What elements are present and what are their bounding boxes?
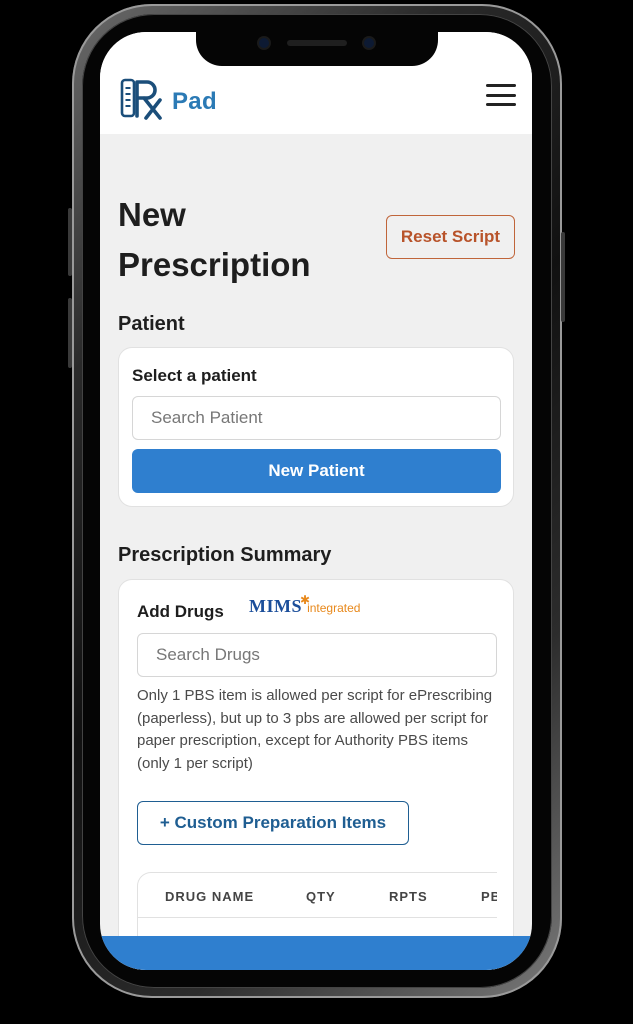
power-button bbox=[561, 232, 565, 322]
prescription-summary-card: Add Drugs MIMS ✱ integrated Search Drugs… bbox=[118, 579, 514, 970]
search-drugs-input[interactable]: Search Drugs bbox=[137, 633, 497, 677]
mims-integrated-text: integrated bbox=[307, 601, 361, 615]
column-header-qty[interactable]: QTY bbox=[306, 889, 336, 904]
hamburger-line bbox=[486, 93, 516, 97]
prescription-summary-label: Prescription Summary bbox=[118, 544, 332, 566]
patient-section-label: Patient bbox=[118, 313, 185, 335]
rx-logo-icon bbox=[120, 78, 162, 120]
earpiece-speaker bbox=[287, 40, 347, 46]
page-title: New Prescription bbox=[118, 196, 311, 283]
column-header-drug-name[interactable]: DRUG NAME bbox=[165, 889, 254, 904]
drug-table-header: DRUG NAME QTY RPTS PB bbox=[138, 873, 497, 918]
front-camera-icon bbox=[259, 38, 269, 48]
new-patient-button[interactable]: New Patient bbox=[132, 449, 501, 493]
pbs-note-text: Only 1 PBS item is allowed per script fo… bbox=[137, 687, 493, 772]
custom-preparation-items-button[interactable]: + Custom Preparation Items bbox=[137, 801, 409, 845]
logo-text: Pad bbox=[172, 88, 217, 115]
patient-card: Select a patient Search Patient New Pati… bbox=[118, 347, 514, 507]
column-header-pbs[interactable]: PB bbox=[481, 889, 497, 904]
phone-screen: Pad New Prescription Reset Script Patien… bbox=[100, 32, 532, 970]
mims-integrated-logo: MIMS ✱ integrated bbox=[249, 593, 361, 617]
column-header-rpts[interactable]: RPTS bbox=[389, 889, 428, 904]
select-patient-heading: Select a patient bbox=[132, 366, 257, 385]
mims-brand-text: MIMS bbox=[249, 596, 302, 616]
mims-star-icon: ✱ bbox=[300, 593, 311, 607]
add-drugs-heading: Add Drugs bbox=[137, 602, 224, 621]
hamburger-line bbox=[486, 84, 516, 87]
volume-down-button bbox=[68, 298, 72, 368]
hamburger-line bbox=[486, 103, 516, 106]
face-sensor-icon bbox=[364, 38, 374, 48]
search-patient-input[interactable]: Search Patient bbox=[132, 396, 501, 440]
reset-script-button[interactable]: Reset Script bbox=[386, 215, 515, 259]
hamburger-menu-icon[interactable] bbox=[486, 84, 516, 106]
bottom-action-bar[interactable] bbox=[100, 936, 532, 970]
volume-up-button bbox=[68, 208, 72, 276]
phone-notch bbox=[196, 32, 438, 66]
rxpad-logo[interactable]: Pad bbox=[120, 78, 217, 120]
